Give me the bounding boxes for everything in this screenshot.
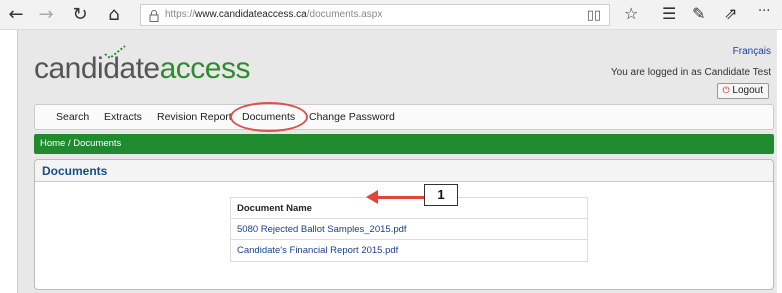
- share-icon[interactable]: ⇗: [724, 4, 737, 23]
- lock-icon: [149, 10, 159, 22]
- highlight-circle: [230, 102, 308, 132]
- annotation-callout: 1: [424, 184, 458, 206]
- table-row: Candidate's Financial Report 2015.pdf: [231, 240, 587, 261]
- logged-in-text: You are logged in as Candidate Test: [610, 67, 771, 78]
- reading-view-icon[interactable]: ▯▯: [587, 8, 601, 23]
- home-icon[interactable]: ⌂: [102, 4, 126, 26]
- breadcrumb: Home / Documents: [34, 134, 774, 154]
- back-icon[interactable]: ←: [4, 4, 28, 26]
- more-icon[interactable]: ···: [758, 4, 770, 19]
- forward-icon[interactable]: →: [34, 4, 58, 26]
- language-link[interactable]: Français: [733, 46, 771, 57]
- page-content: candidateaccess Français You are logged …: [17, 30, 777, 293]
- panel-title: Documents: [35, 160, 773, 182]
- logout-button[interactable]: ⏻ Logout: [716, 83, 769, 99]
- logo-check-icon: [104, 45, 126, 60]
- browser-toolbar: ← → ↻ ⌂ https://www.candidateaccess.ca/d…: [0, 0, 782, 30]
- refresh-icon[interactable]: ↻: [68, 4, 92, 26]
- address-bar[interactable]: https://www.candidateaccess.ca/documents…: [140, 4, 610, 26]
- menu-item-change-password[interactable]: Change Password: [309, 111, 395, 123]
- site-logo[interactable]: candidateaccess: [34, 52, 250, 86]
- power-icon: ⏻: [722, 86, 730, 96]
- main-menu: Search Extracts Revision Report Document…: [34, 102, 774, 132]
- document-link[interactable]: 5080 Rejected Ballot Samples_2015.pdf: [237, 224, 407, 235]
- documents-panel: Documents Document Name 5080 Rejected Ba…: [34, 159, 774, 290]
- menu-item-revision-report[interactable]: Revision Report: [157, 111, 232, 123]
- documents-table: Document Name 5080 Rejected Ballot Sampl…: [230, 197, 588, 262]
- document-link[interactable]: Candidate's Financial Report 2015.pdf: [237, 245, 398, 256]
- menu-item-extracts[interactable]: Extracts: [104, 111, 142, 123]
- annotation-arrow-line: [376, 196, 424, 199]
- menu-item-search[interactable]: Search: [56, 111, 89, 123]
- favorite-star-icon[interactable]: ☆: [624, 4, 638, 23]
- table-row: 5080 Rejected Ballot Samples_2015.pdf: [231, 219, 587, 240]
- url-text: https://www.candidateaccess.ca/documents…: [165, 9, 383, 20]
- pen-icon[interactable]: ✎: [692, 4, 705, 23]
- table-header: Document Name: [231, 198, 587, 219]
- favorites-hub-icon[interactable]: ☰: [662, 4, 676, 23]
